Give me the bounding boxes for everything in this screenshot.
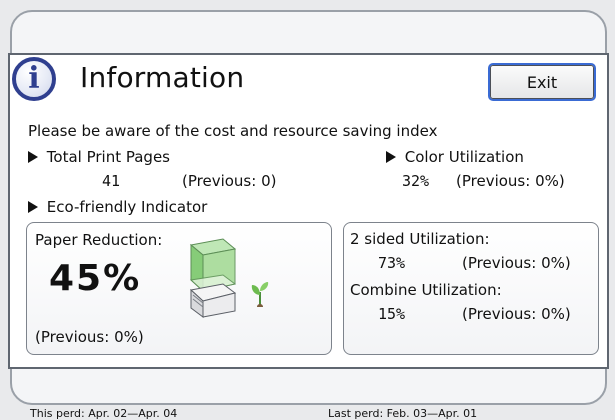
triangle-bullet-icon [386,151,396,163]
eco-friendly-label: Eco-friendly Indicator [46,198,208,216]
two-sided-utilization-previous: (Previous: 0%) [462,254,571,272]
paper-reduction-panel: Paper Reduction: 45% (Previous: 0%) [26,222,332,355]
two-sided-utilization-label: 2 sided Utilization: [350,230,490,248]
exit-button[interactable]: Exit [490,65,594,99]
paper-stack-icon [189,238,237,318]
last-period: Last perd: Feb. 03—Apr. 01 [328,407,478,420]
total-print-pages-previous: (Previous: 0) [182,172,277,190]
total-print-pages-heading: Total Print Pages [28,148,170,166]
sprout-icon [251,282,269,307]
triangle-bullet-icon [28,151,38,163]
color-utilization-heading: Color Utilization [386,148,524,166]
eco-friendly-heading: Eco-friendly Indicator [28,198,207,216]
color-utilization-label: Color Utilization [404,148,524,166]
info-icon: i [12,57,56,101]
combine-utilization-previous: (Previous: 0%) [462,305,571,323]
color-utilization-previous: (Previous: 0%) [456,172,565,190]
information-dialog: i Information Exit Please be aware of th… [8,53,609,420]
total-print-pages-label: Total Print Pages [46,148,170,166]
paper-reduction-value: 45% [49,258,142,299]
notice-text: Please be aware of the cost and resource… [28,122,438,140]
triangle-bullet-icon [28,201,38,213]
dialog-title: Information [80,61,245,94]
this-period: This perd: Apr. 02—Apr. 04 [30,407,178,420]
paper-reduction-label: Paper Reduction: [35,231,163,249]
combine-utilization-value: 15% [378,305,406,323]
title-bar: i Information Exit [10,55,607,105]
total-print-pages-value: 41 [102,172,121,190]
utilization-panel: 2 sided Utilization: 73% (Previous: 0%) … [343,222,599,355]
combine-utilization-label: Combine Utilization: [350,281,502,299]
two-sided-utilization-value: 73% [378,254,406,272]
color-utilization-value: 32% [402,172,430,190]
paper-reduction-previous: (Previous: 0%) [35,328,144,346]
